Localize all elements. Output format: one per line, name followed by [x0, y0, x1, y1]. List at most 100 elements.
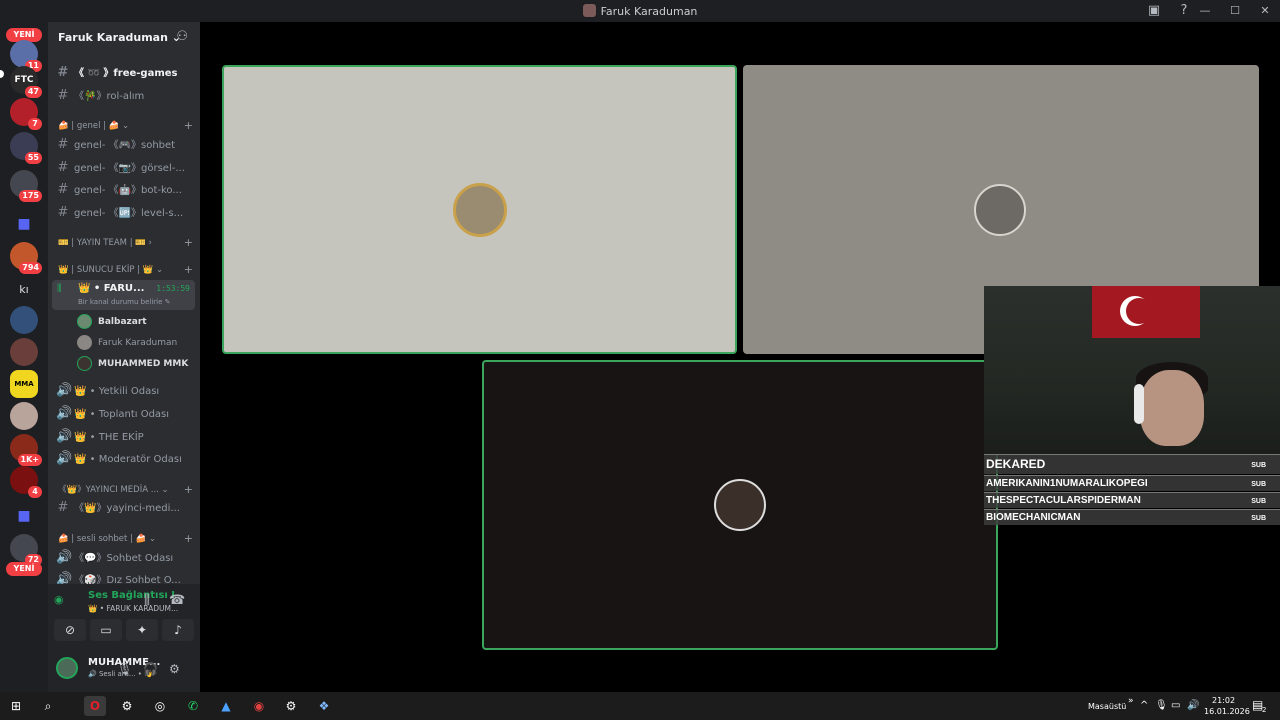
- network-icon[interactable]: ▭: [1171, 700, 1180, 711]
- add-channel-icon[interactable]: +: [184, 118, 193, 134]
- channel-item[interactable]: # genel- 《📷》görsel-...: [56, 158, 194, 178]
- add-channel-icon[interactable]: +: [184, 262, 193, 278]
- hash-icon: #: [57, 137, 69, 152]
- desktop-toolbar-label[interactable]: Masaüstü: [1088, 702, 1126, 711]
- add-channel-icon[interactable]: +: [184, 482, 193, 498]
- folder-icon[interactable]: ■: [10, 502, 38, 530]
- active-voice-channel[interactable]: ⫴ 👑 • FARU... 1:53:59 Bir kanal durumu b…: [52, 280, 195, 310]
- clock-time[interactable]: 21:02: [1212, 696, 1235, 705]
- folder-icon[interactable]: ■: [10, 210, 38, 238]
- voice-channel-name: 👑 • FARU...: [78, 283, 145, 294]
- headphones-icon[interactable]: 🎧: [143, 662, 158, 676]
- channel-label: genel- 《🎮》sohbet: [74, 140, 176, 151]
- voice-channel-item[interactable]: 🔊 《💬》Sohbet Odası: [56, 548, 194, 568]
- avatar[interactable]: [56, 657, 78, 679]
- add-channel-icon[interactable]: +: [184, 531, 193, 547]
- clock-date[interactable]: 16.01.2026: [1204, 707, 1250, 716]
- steam-app-icon[interactable]: ⚙: [280, 696, 302, 716]
- whatsapp-icon[interactable]: ✆: [182, 696, 204, 716]
- microphone-icon[interactable]: 🎙: [117, 662, 132, 676]
- channel-item[interactable]: # 《👑》yayinci-medi...: [56, 498, 194, 518]
- microphone-tray-icon[interactable]: 🎙: [1155, 700, 1168, 711]
- channel-item[interactable]: # genel- 《🤖》bot-ko...: [56, 180, 194, 200]
- voice-user[interactable]: Faruk Karaduman: [77, 334, 177, 352]
- signal-icon[interactable]: ◉: [54, 593, 64, 606]
- app-icon[interactable]: ❖: [313, 696, 335, 716]
- channel-status[interactable]: Bir kanal durumu belirle ✎: [78, 298, 171, 306]
- server-icon[interactable]: [10, 402, 38, 430]
- server-folder-icon[interactable]: 55: [10, 132, 42, 164]
- toolbar-expand-icon[interactable]: »: [1128, 696, 1134, 706]
- window-title: Faruk Karaduman: [0, 4, 1280, 18]
- volume-icon[interactable]: 🔊: [1187, 700, 1199, 711]
- close-button[interactable]: ✕: [1250, 0, 1280, 22]
- noise-suppression-icon[interactable]: ⫼: [144, 593, 150, 608]
- server-icon[interactable]: 11: [10, 40, 42, 72]
- participant-tile[interactable]: [482, 360, 998, 650]
- inbox-icon[interactable]: ▣: [1145, 2, 1163, 20]
- voice-user[interactable]: Balbazart: [77, 313, 147, 331]
- new-badge: YENİ: [6, 562, 42, 576]
- mention-badge: 794: [19, 262, 42, 274]
- voice-connection-status[interactable]: Ses Bağlantısı Kuruldu: [88, 590, 174, 601]
- category-sesli-sohbet[interactable]: 🍰 | sesli sohbet | 🍰 ⌄ +: [58, 531, 193, 547]
- category-yayinci-media[interactable]: 《👑》YAYINCI MEDİA ... ⌄ +: [58, 482, 193, 498]
- channel-label: 👑 • Toplantı Odası: [74, 409, 170, 420]
- category-genel[interactable]: 🍰 | genel | 🍰 ⌄ +: [58, 118, 193, 134]
- voice-channel-item[interactable]: 🔊 👑 • THE EKİP: [56, 427, 194, 447]
- opera-icon[interactable]: O: [84, 696, 106, 716]
- minimize-button[interactable]: —: [1190, 0, 1220, 22]
- soundboard-button[interactable]: ♪: [162, 619, 194, 641]
- server-icon[interactable]: MMA: [10, 370, 38, 398]
- sub-label: SUB: [1251, 498, 1266, 505]
- voice-channel-item[interactable]: 🔊 👑 • Toplantı Odası: [56, 404, 194, 424]
- voice-channel-item[interactable]: 🔊 👑 • Yetkili Odası: [56, 381, 194, 401]
- participant-tile[interactable]: [222, 65, 737, 354]
- channel-item[interactable]: # genel- 《🆙》level-s...: [56, 203, 194, 223]
- server-icon[interactable]: 72: [10, 534, 42, 566]
- server-icon[interactable]: [10, 306, 38, 334]
- category-sunucu-ekip[interactable]: 👑 | SUNUCU EKİP | 👑 ⌄ +: [58, 262, 193, 278]
- channel-label: 👑 • Moderatör Odası: [74, 454, 182, 465]
- server-header[interactable]: Faruk Karaduman ⌄ ⚇: [48, 22, 200, 54]
- server-icon[interactable]: 794: [10, 242, 42, 274]
- invite-icon[interactable]: ⚇: [176, 29, 188, 44]
- steam-icon[interactable]: ⚙: [116, 696, 138, 716]
- voice-user[interactable]: MUHAMMED MMK: [77, 355, 188, 373]
- channel-item[interactable]: # 《🎋》rol-alım: [56, 86, 194, 106]
- channel-label: 《👑》yayinci-medi...: [74, 503, 180, 514]
- server-icon[interactable]: 7: [10, 98, 42, 130]
- maximize-button[interactable]: ☐: [1220, 0, 1250, 22]
- sub-label: SUB: [1251, 481, 1266, 488]
- server-icon[interactable]: FTC 47: [10, 66, 42, 98]
- voice-channel-item[interactable]: 🔊 👑 • Moderatör Odası: [56, 449, 194, 469]
- disconnect-icon[interactable]: ☎: [169, 593, 185, 608]
- channel-label: 👑 • THE EKİP: [74, 432, 144, 443]
- activities-button[interactable]: ✦: [126, 619, 158, 641]
- voice-user-name: MUHAMMED MMK: [98, 359, 189, 369]
- server-icon[interactable]: 1K+: [10, 434, 42, 466]
- channel-label: 《 ➿ 》free-games: [74, 68, 178, 79]
- channel-item[interactable]: # 《 ➿ 》free-games: [56, 63, 194, 83]
- windows-start-icon[interactable]: ⊞: [5, 696, 27, 716]
- category-label: 🍰 | sesli sohbet | 🍰 ⌄: [58, 534, 157, 544]
- flag-image: [1092, 286, 1200, 338]
- category-yayin-team[interactable]: 🎫 | YAYIN TEAM | 🎫 › +: [58, 235, 193, 251]
- screen-share-button[interactable]: ▭: [90, 619, 122, 641]
- add-channel-icon[interactable]: +: [184, 235, 193, 251]
- discord-icon[interactable]: ◎: [149, 696, 171, 716]
- tray-chevron-icon[interactable]: ^: [1140, 700, 1148, 711]
- channel-item[interactable]: # genel- 《🎮》sohbet: [56, 135, 194, 155]
- settings-icon[interactable]: ⚙: [169, 662, 180, 676]
- voice-channel-link[interactable]: 👑 • FARUK KARADUM...: [88, 604, 178, 613]
- server-icon[interactable]: 4: [10, 466, 42, 498]
- camera-off-button[interactable]: ⊘: [54, 619, 86, 641]
- server-icon[interactable]: kı: [10, 276, 38, 304]
- search-icon[interactable]: ⌕: [37, 696, 59, 716]
- server-folder-icon[interactable]: 175: [10, 170, 42, 202]
- app-icon[interactable]: ▲: [215, 696, 237, 716]
- server-icon[interactable]: [10, 338, 38, 366]
- chrome-icon[interactable]: ◉: [248, 696, 270, 716]
- overlay-name: THESPECTACULARSPIDERMAN: [986, 495, 1141, 506]
- notification-count: 2: [1262, 706, 1267, 714]
